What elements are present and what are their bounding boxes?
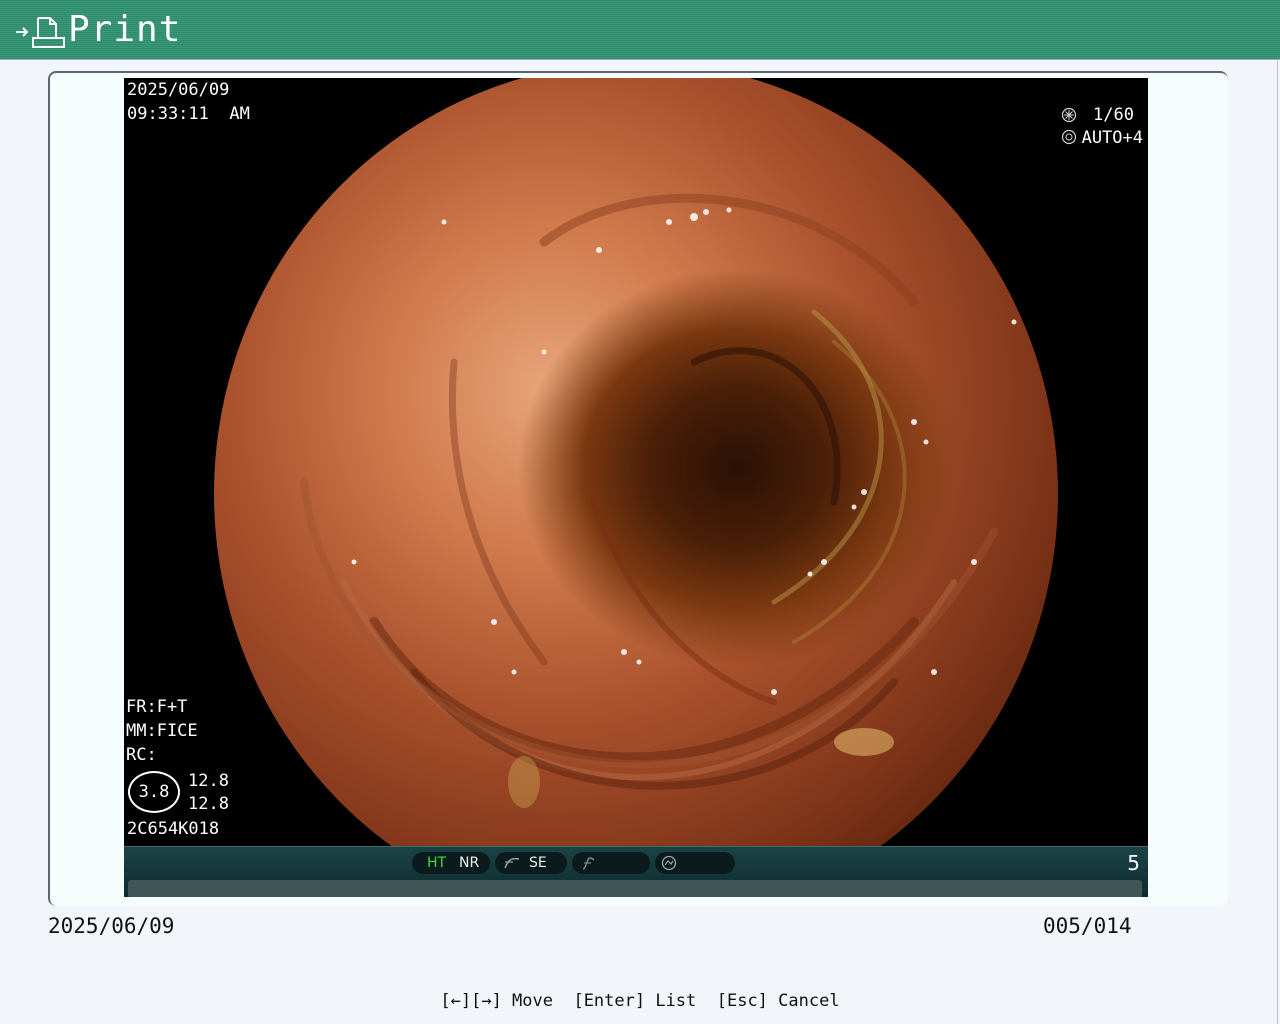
status-bar: HT NR SE 5 bbox=[124, 846, 1148, 897]
osd-shutter-speed: 1/60 bbox=[1093, 105, 1134, 125]
osd-time: 09:33:11 AM bbox=[127, 104, 250, 124]
ht-label: HT bbox=[427, 855, 447, 871]
tone-curve-icon bbox=[504, 857, 520, 869]
osd-fr: FR:F+T bbox=[126, 697, 188, 717]
ht-nr-indicator: HT NR bbox=[412, 852, 490, 874]
se-indicator: SE bbox=[495, 852, 567, 874]
osd-rc: RC: bbox=[126, 745, 157, 765]
mucosal-folds-graphic bbox=[300, 193, 1017, 875]
nr-label: NR bbox=[459, 855, 480, 871]
osd-iris: AUTO+4 bbox=[1081, 128, 1143, 148]
title-bar: Print bbox=[0, 0, 1280, 60]
keyboard-help: [←][→] Move [Enter] List [Esc] Cancel bbox=[440, 991, 840, 1011]
osd-mm: MM:FICE bbox=[126, 721, 198, 741]
osd-device-id: 2C654K018 bbox=[127, 819, 220, 839]
iris-icon bbox=[1061, 129, 1077, 145]
endoscopy-image bbox=[214, 78, 1058, 897]
image-counter: 005/014 bbox=[1043, 914, 1132, 938]
endoscope-image-viewer: 2025/06/09 09:33:11 AM 1/60 AUTO+4 FR:F+… bbox=[124, 78, 1148, 897]
footer-date: 2025/06/09 bbox=[48, 914, 175, 938]
frame-number: 5 bbox=[1127, 851, 1140, 875]
print-document-icon bbox=[16, 17, 65, 48]
function-icon bbox=[582, 857, 595, 870]
window-edge bbox=[1277, 60, 1278, 1024]
ring-badge: 3.8 bbox=[128, 771, 180, 813]
status-strip bbox=[128, 880, 1142, 897]
osd-ring-value-1: 12.8 bbox=[188, 771, 229, 791]
osd-ring-value-2: 12.8 bbox=[188, 794, 229, 814]
osd-date: 2025/06/09 bbox=[127, 80, 230, 100]
se-label: SE bbox=[529, 855, 547, 871]
circle-indicator bbox=[655, 852, 735, 874]
page-title: Print bbox=[68, 9, 182, 50]
shutter-icon bbox=[1061, 107, 1077, 123]
f-indicator bbox=[572, 852, 650, 874]
circle-mode-icon bbox=[661, 855, 677, 871]
